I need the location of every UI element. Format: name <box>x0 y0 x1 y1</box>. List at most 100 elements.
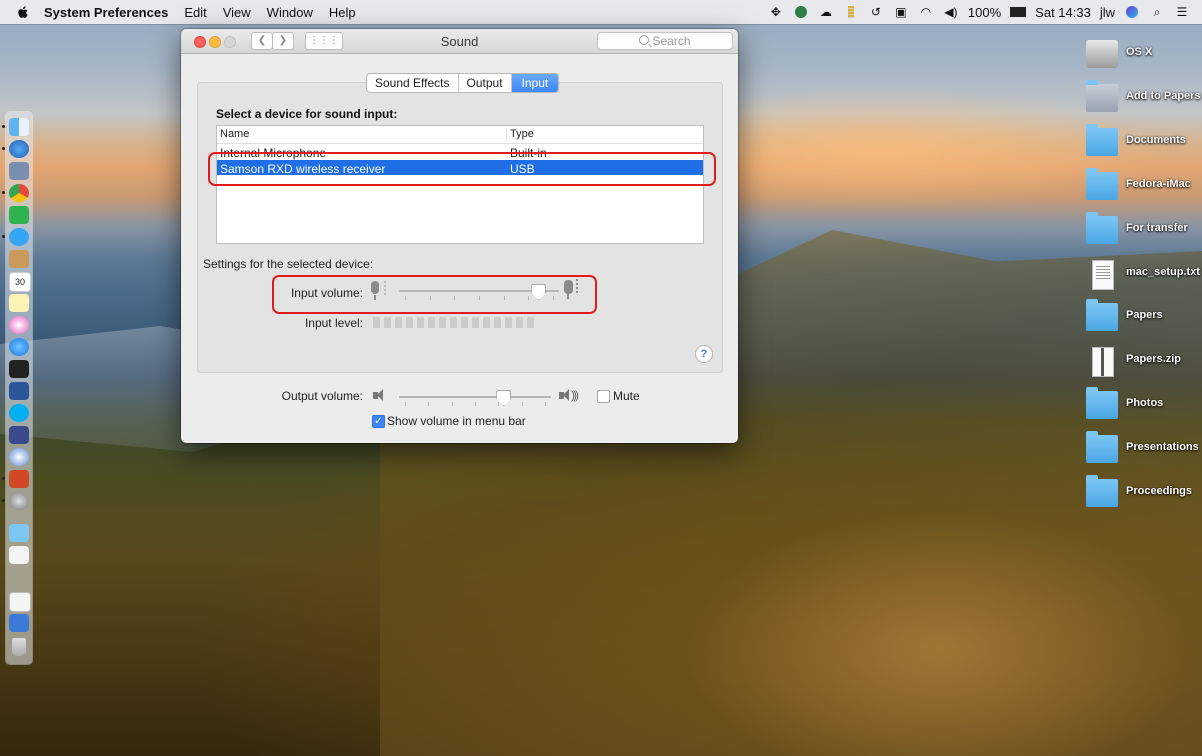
input-level-label: Input level: <box>304 316 363 330</box>
desktop-icon-label: Add to Papers <box>1126 90 1201 102</box>
tab-output[interactable]: Output <box>459 74 512 92</box>
input-level-bar <box>494 317 501 328</box>
terminal-icon[interactable] <box>9 360 29 378</box>
word-icon[interactable] <box>9 382 29 400</box>
file-icon[interactable] <box>9 592 31 612</box>
apple-menu-icon[interactable] <box>16 5 30 19</box>
status-app-icon[interactable] <box>793 5 809 19</box>
desktop-icon-label: For transfer <box>1126 222 1188 234</box>
mail-icon[interactable] <box>9 162 29 180</box>
mute-checkbox[interactable] <box>597 390 610 403</box>
text-document-icon <box>1092 260 1114 290</box>
search-icon <box>639 35 650 45</box>
input-level-bar <box>439 317 446 328</box>
trash-icon[interactable] <box>12 638 26 656</box>
slider-tick <box>498 402 500 406</box>
battery-icon[interactable] <box>1010 5 1027 19</box>
desktop-icon[interactable]: Fedora-iMac <box>1086 168 1196 208</box>
zip-archive-icon <box>1092 347 1114 377</box>
finder-icon[interactable] <box>9 118 29 136</box>
screenshot-icon[interactable] <box>9 614 29 632</box>
folder-icon <box>1086 124 1118 156</box>
desktop-icon[interactable]: Add to Papers <box>1086 80 1201 120</box>
search-field[interactable]: Search <box>597 32 733 50</box>
desktop-icon[interactable]: Proceedings <box>1086 475 1196 515</box>
chrome-icon[interactable] <box>9 184 29 202</box>
system-preferences-icon[interactable] <box>9 492 29 510</box>
desktop-icon[interactable]: mac_setup.txt <box>1086 256 1200 296</box>
menu-window[interactable]: Window <box>267 5 313 20</box>
clock[interactable]: Sat 14:33 <box>1035 5 1091 20</box>
menu-app-name[interactable]: System Preferences <box>44 5 168 20</box>
output-volume-slider[interactable] <box>399 387 551 411</box>
desktop-icon-label: Fedora-iMac <box>1126 178 1191 190</box>
desktop-icon[interactable]: Papers <box>1086 299 1196 339</box>
battery-percentage[interactable]: 100% <box>968 5 1001 20</box>
input-level-bar <box>516 317 523 328</box>
dock: 30 <box>2 112 32 664</box>
menu-help[interactable]: Help <box>329 5 356 20</box>
show-volume-checkbox[interactable]: ✓ <box>372 415 385 428</box>
system-app-icon[interactable] <box>9 448 29 466</box>
tab-input[interactable]: Input <box>511 74 559 92</box>
desktop-icon-label: Papers <box>1126 309 1163 321</box>
time-machine-icon[interactable]: ↺ <box>868 5 884 19</box>
slider-tick <box>451 402 453 406</box>
folder-icon <box>1086 212 1118 244</box>
notes-icon[interactable] <box>9 294 29 312</box>
desktop-icon-label: Papers.zip <box>1126 353 1182 365</box>
desktop-icon[interactable]: Documents <box>1086 124 1196 164</box>
input-level-bar <box>505 317 512 328</box>
column-divider <box>506 128 507 141</box>
desktop-icon-label: Presentations <box>1126 441 1199 453</box>
skype-icon[interactable] <box>9 404 29 422</box>
input-level-bar <box>395 317 402 328</box>
desktop-icon[interactable]: For transfer <box>1086 212 1196 252</box>
texshop-icon[interactable] <box>9 426 29 444</box>
desktop-icon-label: Documents <box>1126 134 1186 146</box>
meter-icon[interactable] <box>843 5 859 19</box>
document-icon[interactable] <box>9 546 29 564</box>
input-level-bar <box>417 317 424 328</box>
running-indicator <box>2 477 5 480</box>
column-header-name[interactable]: Name <box>220 128 249 140</box>
cloud-icon[interactable]: ☁ <box>818 5 834 19</box>
tab-sound-effects[interactable]: Sound Effects <box>367 74 459 92</box>
safari-icon[interactable] <box>9 140 29 158</box>
desktop-icon-label: OS X <box>1126 46 1153 58</box>
user-name[interactable]: jlw <box>1100 5 1115 20</box>
folder-icon <box>1086 168 1118 200</box>
menu-edit[interactable]: Edit <box>184 5 206 20</box>
desktop-icon[interactable]: OS X <box>1086 36 1196 76</box>
speaker-high-icon <box>559 389 569 401</box>
column-header-type[interactable]: Type <box>510 128 534 140</box>
app-store-icon[interactable] <box>9 338 29 356</box>
menu-view[interactable]: View <box>223 5 251 20</box>
spotlight-icon[interactable]: ⌕ <box>1149 5 1165 19</box>
desktop-icon[interactable]: Presentations <box>1086 431 1199 471</box>
downloads-folder-icon[interactable] <box>9 524 29 542</box>
calendar-icon[interactable]: 30 <box>9 272 31 292</box>
powerpoint-icon[interactable] <box>9 470 29 488</box>
dropbox-icon[interactable]: ✥ <box>768 5 784 19</box>
output-volume-label: Output volume: <box>281 389 363 403</box>
help-button[interactable]: ? <box>695 345 713 363</box>
title-bar[interactable]: ❮ ❯ ⋮⋮⋮ Sound Search <box>181 29 738 54</box>
notes-app-icon[interactable] <box>9 250 29 268</box>
itunes-icon[interactable] <box>9 316 29 334</box>
input-level-meter <box>373 317 534 328</box>
mute-label: Mute <box>613 389 640 403</box>
folder-icon <box>1086 431 1118 463</box>
volume-icon[interactable]: ◀) <box>943 5 959 19</box>
facetime-icon[interactable] <box>9 206 29 224</box>
messages-icon[interactable] <box>9 228 29 246</box>
desktop-icon-label: mac_setup.txt <box>1126 266 1200 278</box>
siri-icon[interactable] <box>1124 5 1140 19</box>
desktop-icon[interactable]: Papers.zip <box>1086 343 1196 383</box>
notification-center-icon[interactable]: ☰ <box>1174 5 1190 19</box>
display-icon[interactable]: ▣ <box>893 5 909 19</box>
settings-label: Settings for the selected device: <box>203 257 374 271</box>
speaker-low-icon <box>373 389 383 401</box>
desktop-icon[interactable]: Photos <box>1086 387 1196 427</box>
wifi-icon[interactable]: ◠ <box>918 5 934 19</box>
